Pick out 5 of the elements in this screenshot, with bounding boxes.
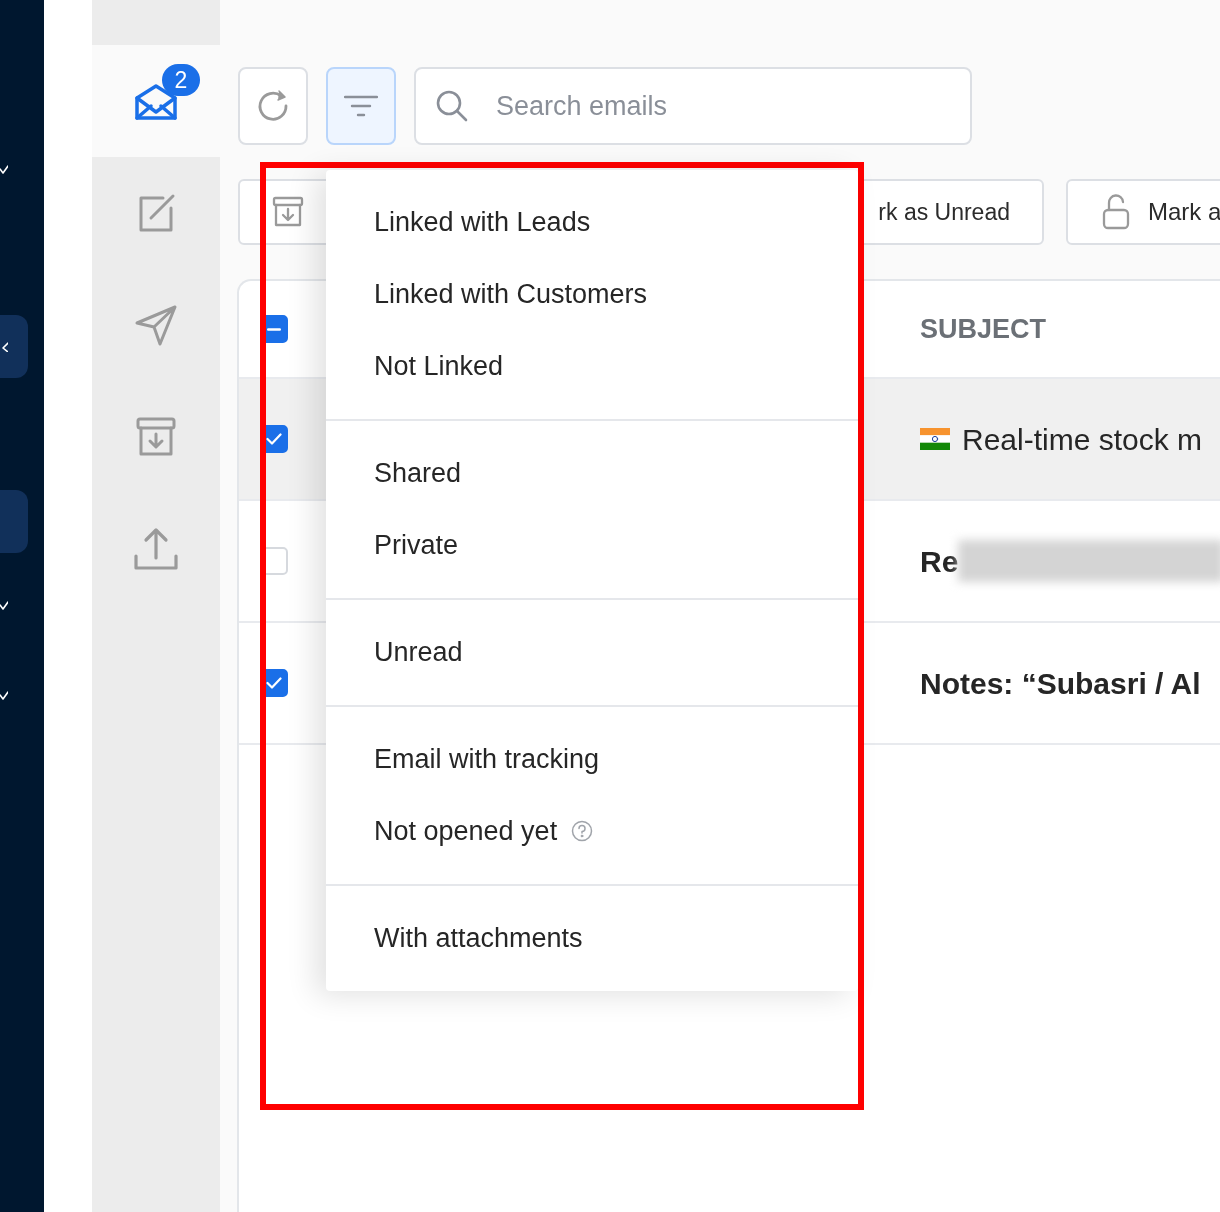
column-header: SUBJECT <box>920 312 1048 346</box>
subject-text: Notes: “Subasri / Al <box>920 665 1201 702</box>
subject-text: Re <box>920 543 959 580</box>
count-badge: 2 <box>162 64 200 96</box>
subject-text: Real-time stock m <box>962 421 1203 458</box>
